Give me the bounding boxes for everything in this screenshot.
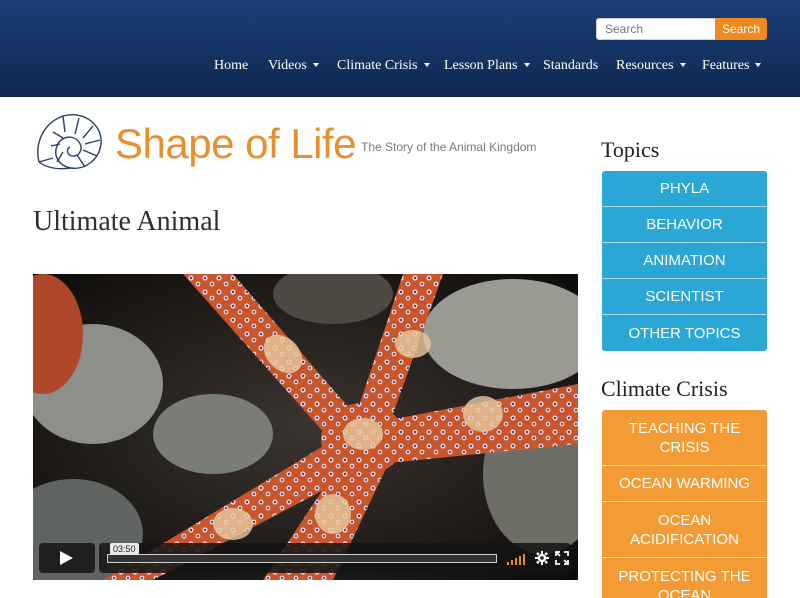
volume-icon[interactable] — [507, 553, 527, 565]
site-header: Search Home Videos Climate Crisis Lesson… — [0, 0, 800, 97]
topic-button-phyla[interactable]: PHYLA — [602, 171, 767, 207]
nav-label: Videos — [268, 58, 307, 73]
caret-down-icon — [755, 62, 762, 67]
caret-down-icon — [312, 62, 319, 67]
logo-tagline: The Story of the Animal Kingdom — [361, 140, 537, 154]
fullscreen-icon[interactable] — [555, 551, 569, 565]
caret-down-icon — [523, 62, 530, 67]
nautilus-shell-icon — [37, 114, 102, 170]
video-player[interactable]: 03:50 — [33, 274, 578, 580]
logo-wordmark: Shape of Life — [115, 120, 357, 167]
video-frame-starfish — [33, 274, 578, 580]
climate-button-ocean-warming[interactable]: OCEAN WARMING — [602, 466, 767, 502]
climate-button-teaching-the-crisis[interactable]: TEACHING THE CRISIS — [602, 410, 767, 466]
nav-label: Home — [214, 58, 249, 73]
page-title: Ultimate Animal — [33, 206, 221, 237]
nav-item-lesson-plans[interactable]: Lesson Plans — [444, 58, 530, 74]
control-bar: 03:50 — [99, 543, 571, 573]
nav-label: Climate Crisis — [337, 58, 418, 73]
search-button[interactable]: Search — [715, 18, 767, 40]
topics-list: PHYLA BEHAVIOR ANIMATION SCIENTIST OTHER… — [602, 171, 767, 351]
seek-bar[interactable]: 03:50 — [107, 543, 497, 563]
caret-down-icon — [679, 62, 686, 67]
climate-button-protecting-the-ocean[interactable]: PROTECTING THE OCEAN — [602, 558, 767, 598]
climate-button-ocean-acidification[interactable]: OCEAN ACIDIFICATION — [602, 502, 767, 558]
topic-button-animation[interactable]: ANIMATION — [602, 243, 767, 279]
nav-item-videos[interactable]: Videos — [268, 58, 319, 74]
caret-down-icon — [423, 62, 430, 67]
topics-heading: Topics — [601, 137, 660, 162]
site-logo[interactable]: Shape of Life The Story of the Animal Ki… — [33, 112, 537, 174]
nav-item-climate-crisis[interactable]: Climate Crisis — [337, 58, 430, 74]
topic-button-behavior[interactable]: BEHAVIOR — [602, 207, 767, 243]
search-input[interactable] — [596, 18, 716, 40]
topic-button-other-topics[interactable]: OTHER TOPICS — [602, 315, 767, 351]
nav-item-standards[interactable]: Standards — [543, 58, 598, 74]
nav-label: Lesson Plans — [444, 58, 518, 73]
nav-item-features[interactable]: Features — [702, 58, 762, 74]
nav-item-home[interactable]: Home — [214, 58, 248, 74]
play-button[interactable] — [39, 543, 95, 573]
nav-label: Resources — [616, 58, 674, 73]
nav-item-resources[interactable]: Resources — [616, 58, 686, 74]
climate-crisis-list: TEACHING THE CRISIS OCEAN WARMING OCEAN … — [602, 410, 767, 598]
nav-label: Standards — [543, 58, 599, 73]
topic-button-scientist[interactable]: SCIENTIST — [602, 279, 767, 315]
video-controls: 03:50 — [39, 543, 571, 573]
time-indicator: 03:50 — [110, 543, 139, 555]
climate-crisis-heading: Climate Crisis — [601, 376, 728, 401]
gear-icon[interactable] — [535, 551, 549, 565]
main-nav: Home Videos Climate Crisis Lesson Plans … — [0, 58, 800, 78]
nav-label: Features — [702, 58, 750, 73]
